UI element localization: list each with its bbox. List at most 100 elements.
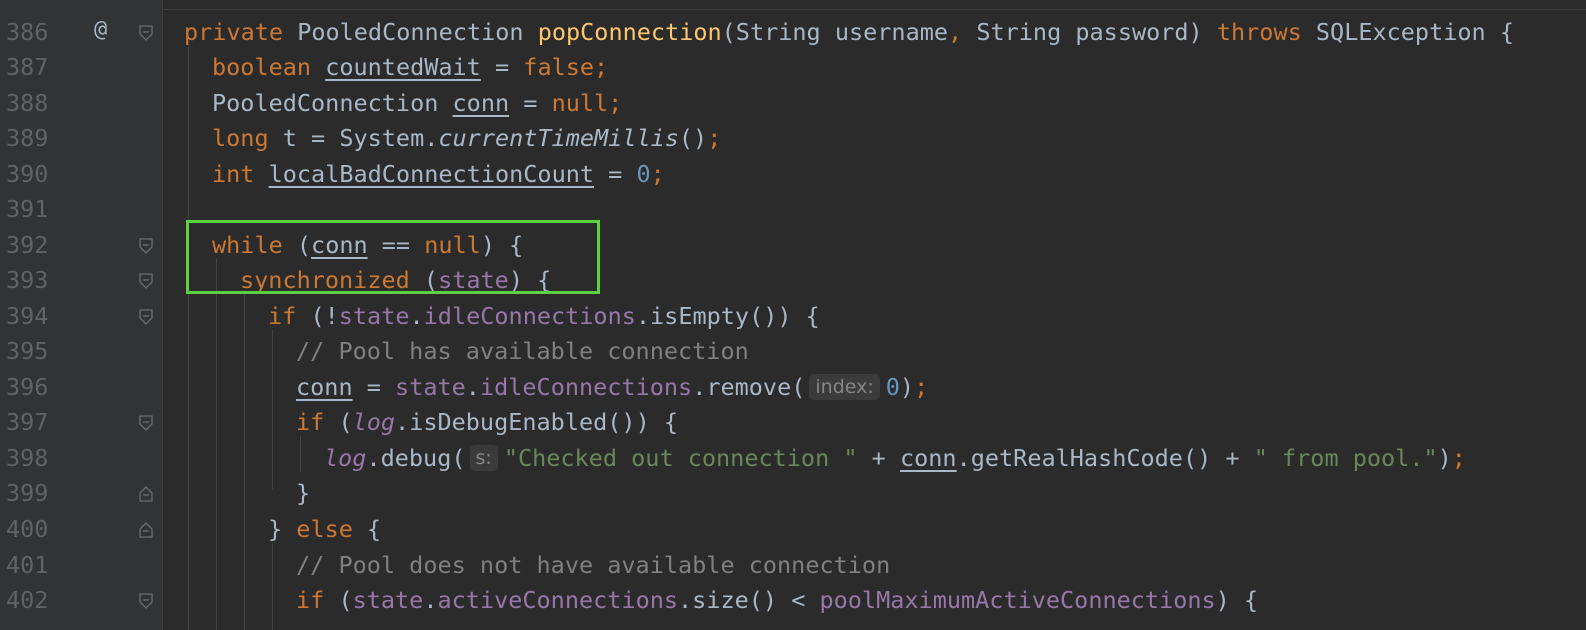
fold-collapse-icon[interactable] (138, 592, 154, 610)
field-idleConnections[interactable]: idleConnections (480, 373, 692, 401)
code-line-400[interactable]: 400 } else { (0, 511, 1586, 547)
code-comment[interactable]: // Pool has available connection (296, 337, 749, 365)
line-number[interactable]: 388 (6, 89, 68, 117)
code-text[interactable]: if (log.isDebugEnabled()) { (296, 408, 678, 436)
operator: = (352, 373, 396, 401)
code-text[interactable]: if (state.activeConnections.size() < poo… (296, 586, 1258, 614)
code-line-388[interactable]: 388 PooledConnection conn = null; (0, 85, 1586, 121)
line-number[interactable]: 391 (6, 195, 68, 223)
variable-countedWait[interactable]: countedWait (325, 53, 481, 81)
string-literal: "Checked out connection " (503, 444, 858, 472)
fold-collapse-icon[interactable] (138, 237, 154, 255)
dot: . (465, 373, 480, 401)
code-text[interactable]: conn = state.idleConnections.remove(inde… (296, 373, 928, 401)
keyword: boolean (212, 53, 312, 81)
code-line-396[interactable]: 396 conn = state.idleConnections.remove(… (0, 369, 1586, 405)
fold-expand-end-icon[interactable] (138, 521, 154, 539)
fold-expand-end-icon[interactable] (138, 485, 154, 503)
fold-collapse-icon[interactable] (138, 308, 154, 326)
line-number[interactable]: 401 (6, 551, 68, 579)
code-line-390[interactable]: 390 int localBadConnectionCount = 0; (0, 156, 1586, 192)
line-number[interactable]: 402 (6, 586, 68, 614)
code-line-395[interactable]: 395 // Pool has available connection (0, 333, 1586, 369)
code-fragment: t = System. (268, 124, 439, 152)
line-number[interactable]: 386 (6, 18, 68, 46)
method-call: .size() < (678, 586, 820, 614)
code-text[interactable]: long t = System.currentTimeMillis(); (212, 124, 721, 152)
keyword-if: if (268, 302, 297, 330)
keyword-throws: throws (1216, 18, 1302, 46)
line-number[interactable]: 396 (6, 373, 68, 401)
field-activeConnections[interactable]: activeConnections (438, 586, 679, 614)
method-name-popConnection[interactable]: popConnection (538, 18, 722, 46)
field-state[interactable]: state (353, 586, 424, 614)
line-number[interactable]: 398 (6, 444, 68, 472)
line-number[interactable]: 395 (6, 337, 68, 365)
static-field-log[interactable]: log (353, 408, 395, 436)
code-text[interactable]: } else { (268, 515, 381, 543)
line-number[interactable]: 387 (6, 53, 68, 81)
code-editor[interactable]: 386 @ private PooledConnection popConnec… (0, 0, 1586, 630)
variable-localBadConnectionCount[interactable]: localBadConnectionCount (269, 160, 594, 188)
code-text[interactable]: int localBadConnectionCount = 0; (212, 160, 665, 188)
code-line-387[interactable]: 387 boolean countedWait = false; (0, 49, 1586, 85)
code-line-389[interactable]: 389 long t = System.currentTimeMillis(); (0, 120, 1586, 156)
code-line-397[interactable]: 397 if (log.isDebugEnabled()) { (0, 404, 1586, 440)
field-state[interactable]: state (438, 266, 509, 294)
code-line-394[interactable]: 394 if (!state.idleConnections.isEmpty()… (0, 298, 1586, 334)
code-line-398[interactable]: 398 log.debug(s: "Checked out connection … (0, 440, 1586, 476)
code-text[interactable]: while (conn == null) { (212, 231, 523, 259)
override-at-icon[interactable]: @ (94, 17, 107, 42)
code-text[interactable]: if (!state.idleConnections.isEmpty()) { (268, 302, 820, 330)
code-line-402[interactable]: 402 if (state.activeConnections.size() <… (0, 582, 1586, 618)
variable-conn[interactable]: conn (453, 89, 510, 117)
variable-conn[interactable]: conn (900, 444, 957, 472)
field-state[interactable]: state (339, 302, 410, 330)
fold-collapse-icon[interactable] (138, 272, 154, 290)
field-idleConnections[interactable]: idleConnections (424, 302, 636, 330)
line-number[interactable]: 400 (6, 515, 68, 543)
static-method-call[interactable]: currentTimeMillis (438, 124, 679, 152)
variable-conn[interactable]: conn (296, 373, 353, 401)
fold-collapse-icon[interactable] (138, 414, 154, 432)
field-state[interactable]: state (395, 373, 466, 401)
line-number[interactable]: 394 (6, 302, 68, 330)
method-call: .debug( (366, 444, 466, 472)
code-line-399[interactable]: 399 } (0, 475, 1586, 511)
line-number[interactable]: 397 (6, 408, 68, 436)
code-text[interactable]: PooledConnection conn = null; (212, 89, 622, 117)
string-literal: " from pool." (1253, 444, 1438, 472)
code-line-393[interactable]: 393 synchronized (state) { (0, 262, 1586, 298)
parameter-hint-s: s: (469, 445, 498, 471)
method-call: .remove( (692, 373, 806, 401)
variable-conn[interactable]: conn (311, 231, 368, 259)
keyword-else: else (296, 515, 353, 543)
static-field-log[interactable]: log (324, 444, 366, 472)
line-number[interactable]: 390 (6, 160, 68, 188)
keyword-synchronized: synchronized (240, 266, 410, 294)
code-text[interactable]: private PooledConnection popConnection(S… (184, 18, 1514, 46)
code-text[interactable]: } (296, 479, 310, 507)
paren: ( (282, 231, 312, 259)
dot: . (423, 586, 438, 614)
literal: false (523, 53, 595, 81)
code-text[interactable]: log.debug(s: "Checked out connection " + … (324, 444, 1466, 472)
line-number[interactable]: 399 (6, 479, 68, 507)
paren: ( (324, 408, 353, 436)
line-number[interactable]: 392 (6, 231, 68, 259)
code-comment[interactable]: // Pool does not have available connecti… (296, 551, 890, 579)
code-line-391[interactable]: 391 (0, 191, 1586, 227)
code-line-392[interactable]: 392 while (conn == null) { (0, 227, 1586, 263)
field-poolMaximumActiveConnections[interactable]: poolMaximumActiveConnections (820, 586, 1216, 614)
code-line-401[interactable]: 401 // Pool does not have available conn… (0, 547, 1586, 583)
brace: { (352, 515, 382, 543)
code-text[interactable]: synchronized (state) { (240, 266, 551, 294)
operator: = (594, 160, 637, 188)
fold-collapse-icon[interactable] (138, 24, 154, 42)
paren: ) (899, 373, 915, 401)
line-number[interactable]: 389 (6, 124, 68, 152)
line-number[interactable]: 393 (6, 266, 68, 294)
code-line-386[interactable]: 386 @ private PooledConnection popConnec… (0, 14, 1586, 50)
paren: (! (296, 302, 339, 330)
code-text[interactable]: boolean countedWait = false; (212, 53, 608, 81)
